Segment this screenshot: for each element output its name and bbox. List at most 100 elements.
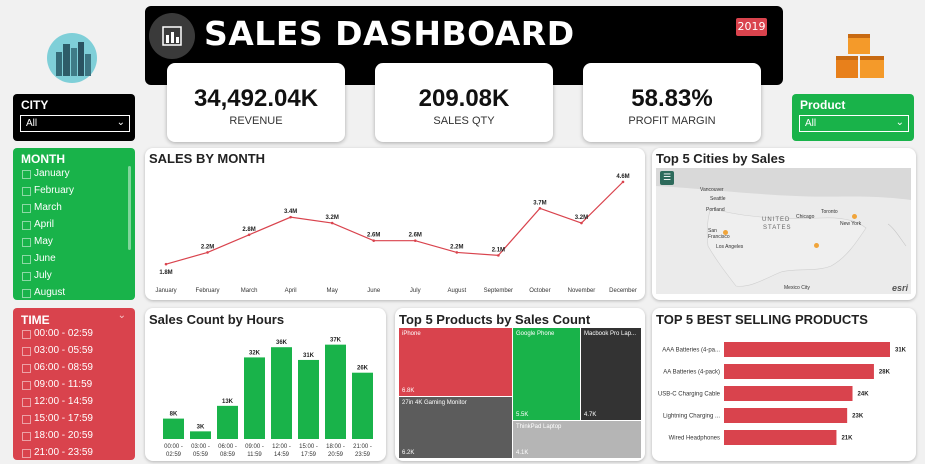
bar-value-label: 28K (879, 370, 891, 376)
treemap-tile[interactable]: 27in 4K Gaming Monitor 6.2K (399, 397, 512, 458)
top-cities-title: Top 5 Cities by Sales (656, 151, 786, 166)
treemap-tile[interactable]: iPhone 6.8K (399, 328, 512, 396)
data-point[interactable] (164, 262, 168, 266)
data-point[interactable] (455, 251, 459, 254)
time-item[interactable]: 06:00 - 08:59 (13, 359, 133, 376)
bar[interactable] (163, 418, 184, 439)
bar-value-label: 8K (170, 412, 178, 418)
treemap-tile-value: 4.1K (516, 450, 529, 456)
data-label: 2.2M (450, 244, 463, 250)
x-tick-label: June (367, 288, 381, 294)
month-item[interactable]: June (13, 250, 128, 267)
map-layers-button[interactable]: ☰ (660, 171, 674, 185)
data-point[interactable] (289, 215, 292, 219)
treemap-tile[interactable]: Macbook Pro Lap... 4.7K (581, 328, 641, 420)
x-tick-label: 05:59 (193, 452, 209, 458)
month-item[interactable]: March (13, 199, 128, 216)
data-label: 2.2M (201, 244, 214, 250)
time-slicer: TIME ⌄ 00:00 - 02:59 03:00 - 05:59 06:00… (13, 308, 135, 460)
bar[interactable] (352, 372, 373, 439)
month-item[interactable]: August (13, 284, 128, 301)
time-item[interactable]: 21:00 - 23:59 (13, 444, 133, 461)
kpi-value: 34,492.04K (193, 85, 319, 112)
bar[interactable] (298, 359, 319, 439)
bar[interactable] (271, 347, 292, 439)
kpi-label: PROFIT MARGIN (628, 115, 716, 127)
sales-by-hours-card: Sales Count by Hours 8K 00:00 -02:59 3K 03:… (145, 308, 386, 461)
month-item[interactable]: January (13, 165, 128, 182)
product-dropdown-value: All (805, 118, 817, 129)
x-tick-label: 14:59 (274, 452, 290, 458)
treemap-tile-value: 6.2K (402, 450, 415, 456)
data-point[interactable] (372, 239, 376, 242)
month-item[interactable]: April (13, 216, 128, 233)
time-item[interactable]: 12:00 - 14:59 (13, 393, 133, 410)
treemap-tile[interactable]: ThinkPad Laptop 4.1K (513, 421, 641, 458)
kpi-label: REVENUE (229, 115, 283, 127)
data-point[interactable] (413, 239, 417, 242)
data-label: 3.2M (575, 215, 588, 221)
time-item[interactable]: 00:00 - 02:59 (13, 325, 133, 342)
treemap-tile[interactable]: Google Phone 5.5K (513, 328, 580, 420)
product-dropdown[interactable]: All ⌄ (799, 115, 909, 132)
data-point[interactable] (206, 251, 209, 254)
x-tick-label: 15:00 - (299, 444, 318, 450)
bar[interactable] (724, 342, 890, 357)
best-selling-chart: 31K AAA Batteries (4-pa... 28K AA Batteries… (658, 342, 907, 445)
map-marker[interactable] (814, 243, 819, 248)
bar-value-label: 13K (222, 399, 234, 405)
map-marker[interactable] (723, 230, 728, 235)
bar-value-label: 21K (841, 436, 853, 442)
data-point[interactable] (621, 180, 625, 184)
bar[interactable] (724, 386, 853, 401)
treemap-tile-value: 6.8K (402, 388, 415, 394)
chevron-down-icon: ⌄ (116, 117, 125, 128)
data-point[interactable] (580, 221, 583, 225)
treemap-tile-value: 5.5K (516, 412, 529, 418)
time-item[interactable]: 15:00 - 17:59 (13, 410, 133, 427)
map-marker[interactable] (852, 214, 857, 219)
y-tick-label: AA Batteries (4-pack) (663, 370, 720, 376)
x-tick-label: February (196, 288, 220, 294)
y-tick-label: USB-C Charging Cable (658, 392, 721, 398)
month-item[interactable]: February (13, 182, 128, 199)
x-tick-label: March (241, 288, 258, 294)
map-area[interactable]: ☰ Vancouver Seattle Portland San Francis… (656, 168, 911, 294)
city-slicer-title: CITY (21, 98, 49, 112)
treemap-tile-label: ThinkPad Laptop (516, 424, 562, 430)
bar[interactable] (217, 405, 238, 439)
data-point[interactable] (330, 221, 334, 225)
month-item[interactable]: July (13, 267, 128, 284)
bar[interactable] (724, 364, 874, 379)
month-item[interactable]: May (13, 233, 128, 250)
time-item[interactable]: 09:00 - 11:59 (13, 376, 133, 393)
month-scrollbar[interactable] (128, 166, 131, 250)
x-tick-label: 03:00 - (191, 444, 210, 450)
year-badge[interactable]: 2019 (736, 18, 767, 36)
x-tick-label: 17:59 (301, 452, 317, 458)
city-dropdown[interactable]: All ⌄ (20, 115, 130, 132)
month-slicer-title: MONTH (21, 152, 65, 166)
sales-by-month-card: SALES BY MONTH 1.8M January 2.2M February 2.… (145, 148, 645, 300)
time-item[interactable]: 18:00 - 20:59 (13, 427, 133, 444)
x-tick-label: 06:00 - (218, 444, 237, 450)
x-tick-label: 12:00 - (272, 444, 291, 450)
treemap-tile-value: 4.7K (584, 412, 597, 418)
data-label: 3.2M (326, 215, 339, 221)
city-dropdown-value: All (26, 118, 38, 129)
product-slicer: Product All ⌄ (792, 94, 914, 141)
data-point[interactable] (497, 254, 500, 257)
x-tick-label: September (484, 288, 513, 294)
bar[interactable] (724, 430, 837, 445)
kpi-revenue: 34,492.04K REVENUE (167, 63, 345, 142)
x-tick-label: July (410, 288, 421, 294)
map-city-label: Toronto (821, 209, 838, 215)
bar[interactable] (244, 357, 265, 439)
bar[interactable] (724, 408, 848, 423)
bar[interactable] (325, 344, 346, 439)
bar[interactable] (190, 431, 211, 439)
chevron-down-icon[interactable]: ⌄ (118, 310, 126, 321)
data-point[interactable] (247, 233, 251, 237)
time-item[interactable]: 03:00 - 05:59 (13, 342, 133, 359)
data-point[interactable] (538, 207, 542, 210)
